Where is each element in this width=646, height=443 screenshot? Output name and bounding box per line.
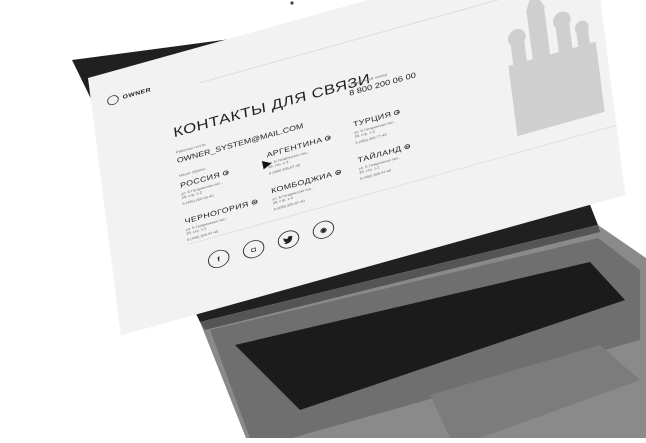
facebook-icon[interactable]: f xyxy=(206,247,231,271)
brand-logo[interactable]: OWNER xyxy=(106,85,152,107)
clock-icon[interactable] xyxy=(251,198,258,206)
clock-icon[interactable] xyxy=(324,134,332,142)
camera-icon xyxy=(290,1,294,5)
twitter-icon[interactable] xyxy=(276,227,301,252)
phone-block: Справочный номер 8 800 200 06 00 xyxy=(348,65,417,98)
clock-icon[interactable] xyxy=(222,169,230,177)
brand-name: OWNER xyxy=(122,86,152,101)
logo-icon xyxy=(106,93,120,107)
clock-icon[interactable] xyxy=(404,143,411,150)
clock-icon[interactable] xyxy=(393,109,401,116)
cathedral-illustration xyxy=(508,0,605,137)
instagram-icon[interactable]: ◘ xyxy=(241,237,266,261)
clock-icon[interactable] xyxy=(334,169,342,176)
discord-icon[interactable]: ◉ xyxy=(311,218,336,242)
